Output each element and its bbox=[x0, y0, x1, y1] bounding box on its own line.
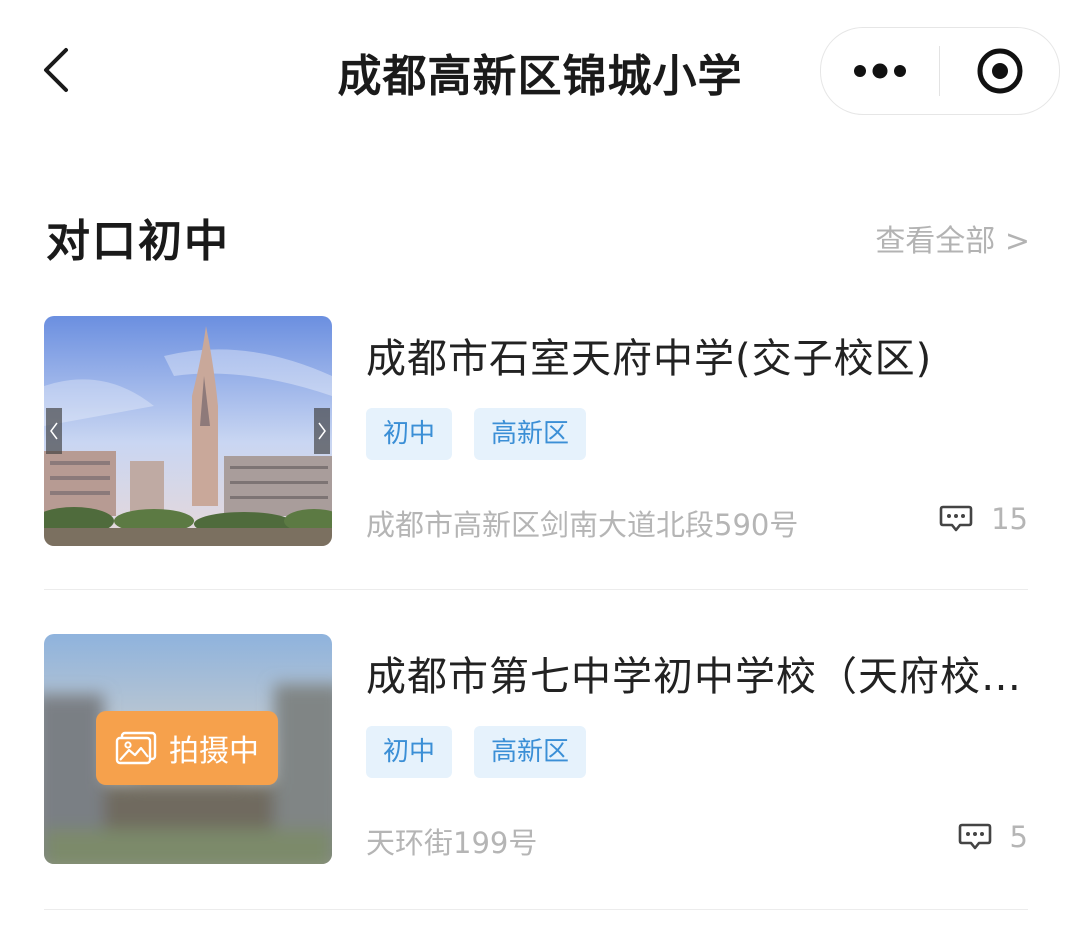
comment-icon bbox=[958, 823, 991, 850]
comment-count[interactable]: 15 bbox=[939, 502, 1028, 536]
campus-photo bbox=[44, 316, 332, 546]
comment-count[interactable]: 5 bbox=[958, 820, 1028, 854]
close-mini-program-button[interactable] bbox=[940, 28, 1059, 114]
photo-prev-button[interactable] bbox=[46, 408, 62, 454]
tag-district: 高新区 bbox=[474, 408, 587, 460]
photo-next-button[interactable] bbox=[314, 408, 330, 454]
divider bbox=[44, 909, 1028, 910]
campus-photo-image bbox=[44, 316, 332, 546]
school-name: 成都市第七中学初中学校（天府校区） bbox=[366, 654, 1028, 700]
school-card[interactable]: 成都市石室天府中学(交子校区) 初中 高新区 成都市高新区剑南大道北段590号 … bbox=[44, 316, 1028, 546]
comment-count-value: 15 bbox=[991, 502, 1028, 536]
tag-list: 初中 高新区 bbox=[366, 726, 587, 778]
tag-list: 初中 高新区 bbox=[366, 408, 587, 460]
comment-icon bbox=[939, 505, 973, 532]
chevron-right-icon bbox=[318, 422, 326, 440]
school-info: 成都市第七中学初中学校（天府校区） 初中 高新区 天环街199号 5 bbox=[366, 634, 1028, 864]
image-icon bbox=[115, 731, 157, 765]
shooting-status-label: 拍摄中 bbox=[169, 734, 259, 769]
school-card[interactable]: 拍摄中 成都市第七中学初中学校（天府校区） 初中 高新区 天环街199号 5 bbox=[44, 634, 1028, 864]
divider bbox=[44, 589, 1028, 590]
school-address: 天环街199号 bbox=[366, 826, 538, 860]
shooting-status-badge: 拍摄中 bbox=[96, 711, 278, 785]
school-name: 成都市石室天府中学(交子校区) bbox=[366, 336, 933, 382]
tag-district: 高新区 bbox=[474, 726, 587, 778]
view-all-link[interactable]: 查看全部 > bbox=[875, 216, 1030, 260]
school-info: 成都市石室天府中学(交子校区) 初中 高新区 成都市高新区剑南大道北段590号 … bbox=[366, 316, 1028, 546]
tag-level: 初中 bbox=[366, 726, 453, 778]
comment-count-value: 5 bbox=[1009, 820, 1028, 854]
more-button[interactable] bbox=[821, 28, 939, 114]
school-address: 成都市高新区剑南大道北段590号 bbox=[366, 508, 799, 542]
section-title: 对口初中 bbox=[46, 216, 230, 267]
more-dots-icon bbox=[854, 63, 906, 79]
mini-program-capsule bbox=[820, 27, 1060, 115]
chevron-left-icon bbox=[50, 422, 58, 440]
campus-photo-placeholder: 拍摄中 bbox=[44, 634, 332, 864]
tag-level: 初中 bbox=[366, 408, 453, 460]
target-icon bbox=[977, 48, 1022, 94]
